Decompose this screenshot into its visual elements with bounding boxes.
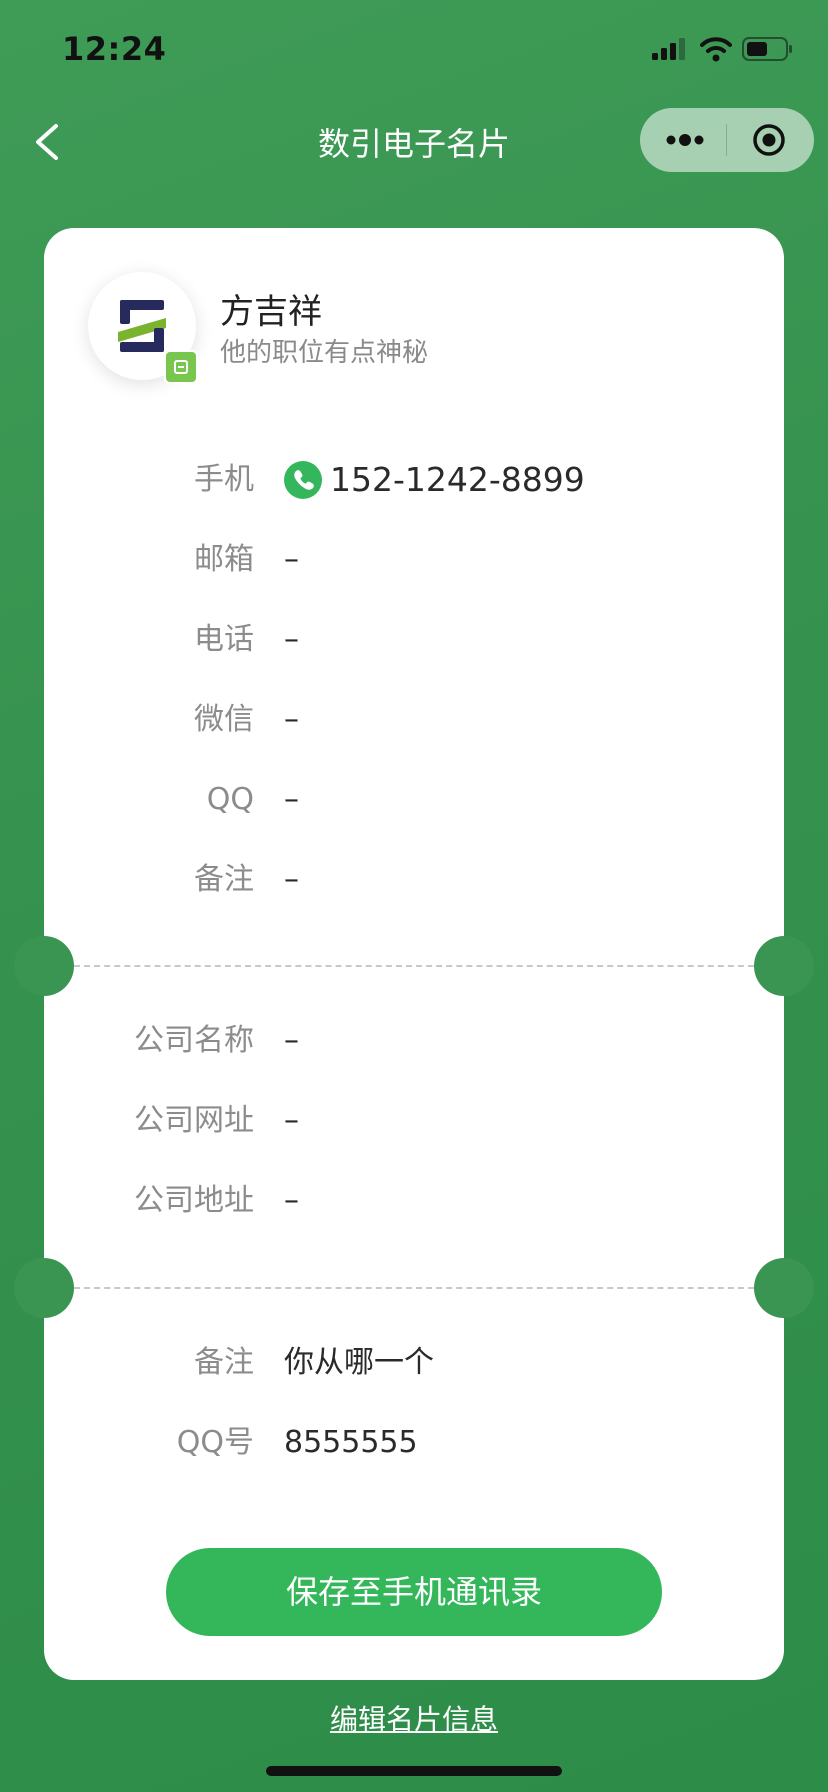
- more-options-icon[interactable]: [662, 126, 708, 154]
- ticket-notch-right: [754, 936, 814, 996]
- row-label: 公司名称: [134, 1023, 254, 1058]
- row-value: 你从哪一个: [284, 1345, 434, 1380]
- cellular-signal-icon: [652, 38, 685, 60]
- save-to-contacts-button[interactable]: 保存至手机通讯录: [166, 1548, 662, 1636]
- row-extra-remark: 备注 你从哪一个: [44, 1338, 784, 1388]
- ticket-notch-left: [14, 1258, 74, 1318]
- row-mobile: 手机 152-1242-8899: [44, 455, 784, 505]
- row-label: QQ号: [176, 1425, 254, 1460]
- row-value: 8555555: [284, 1425, 418, 1460]
- row-label: 电话: [194, 622, 254, 657]
- row-telephone: 电话 –: [44, 615, 784, 665]
- status-time: 12:24: [62, 30, 167, 68]
- capsule-divider: [726, 124, 727, 156]
- ticket-notch-right: [754, 1258, 814, 1318]
- section-divider: [74, 1287, 754, 1289]
- row-value: –: [284, 862, 299, 897]
- wifi-icon: [700, 37, 732, 62]
- mini-program-capsule: [640, 108, 814, 172]
- edit-card-info-link[interactable]: 编辑名片信息: [0, 1698, 828, 1738]
- row-email: 邮箱 –: [44, 535, 784, 585]
- logo-icon: [118, 300, 166, 352]
- contact-name: 方吉祥: [220, 292, 322, 332]
- back-arrow-icon[interactable]: [28, 118, 68, 166]
- row-qq-number: QQ号 8555555: [44, 1418, 784, 1468]
- home-indicator[interactable]: [266, 1766, 562, 1776]
- row-value: –: [284, 702, 299, 737]
- row-label: QQ: [206, 782, 254, 817]
- row-wechat: 微信 –: [44, 695, 784, 745]
- row-value: –: [284, 1103, 299, 1138]
- row-value: –: [284, 1023, 299, 1058]
- battery-icon: [742, 37, 792, 61]
- row-company-address: 公司地址 –: [44, 1176, 784, 1226]
- ticket-notch-left: [14, 936, 74, 996]
- contact-job-title: 他的职位有点神秘: [220, 338, 429, 368]
- row-label: 备注: [194, 1345, 254, 1380]
- row-value: –: [284, 782, 299, 817]
- row-value: –: [284, 622, 299, 657]
- row-label: 公司网址: [134, 1103, 254, 1138]
- mobile-number[interactable]: 152-1242-8899: [330, 455, 585, 505]
- qr-code-icon: [174, 360, 188, 374]
- phone-call-icon[interactable]: [284, 461, 322, 499]
- row-label: 邮箱: [194, 542, 254, 577]
- section-divider: [74, 965, 754, 967]
- status-bar: 12:24: [0, 0, 828, 100]
- row-company-name: 公司名称 –: [44, 1016, 784, 1066]
- row-label: 微信: [194, 702, 254, 737]
- row-value: –: [284, 1183, 299, 1218]
- row-label: 备注: [194, 862, 254, 897]
- business-card: 方吉祥 他的职位有点神秘 手机 152-1242-8899 邮箱 – 电话 – …: [14, 228, 814, 1680]
- row-label: 公司地址: [134, 1183, 254, 1218]
- close-mini-program-icon[interactable]: [752, 123, 786, 157]
- qr-code-badge[interactable]: [164, 350, 198, 384]
- row-qq: QQ –: [44, 775, 784, 825]
- row-company-website: 公司网址 –: [44, 1096, 784, 1146]
- row-remark: 备注 –: [44, 855, 784, 905]
- row-value: –: [284, 542, 299, 577]
- row-label: 手机: [194, 462, 254, 497]
